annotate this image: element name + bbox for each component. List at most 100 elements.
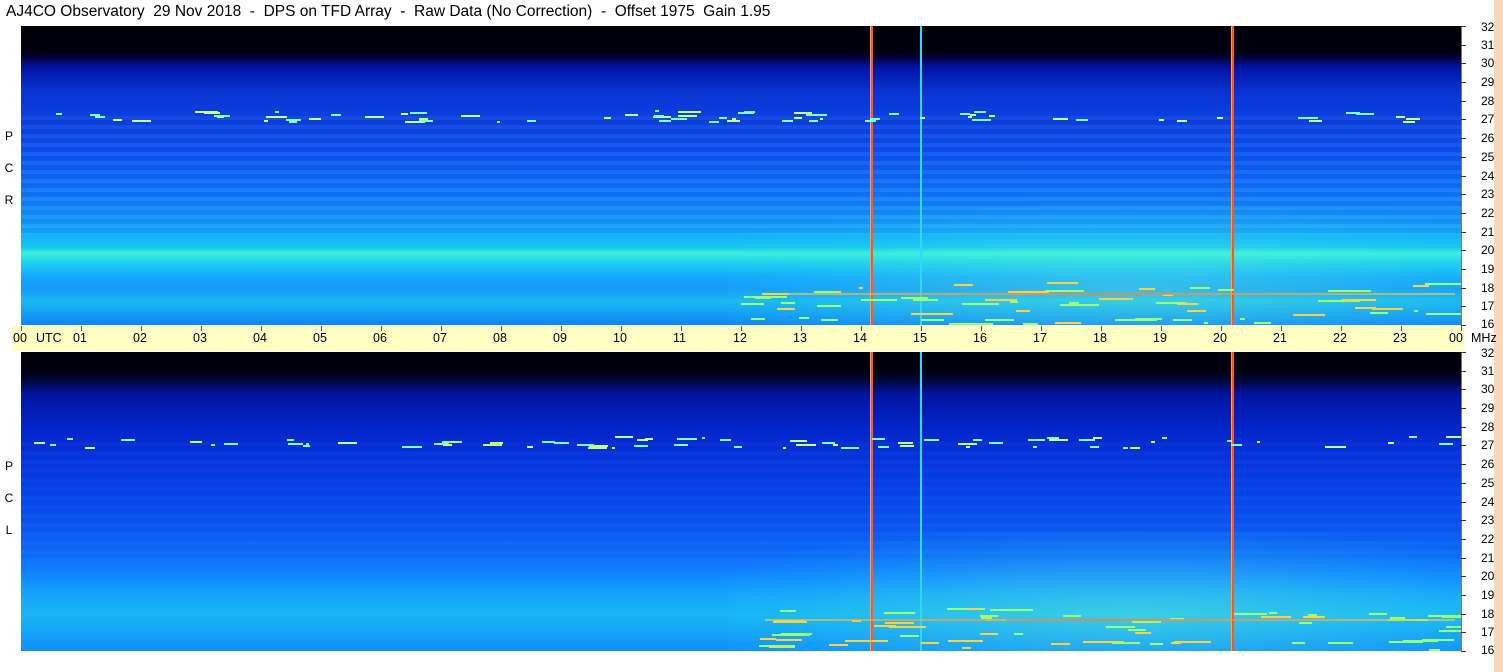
frequency-tick-label: 21 — [1481, 551, 1495, 565]
interference-speck — [1299, 622, 1312, 624]
interference-speck — [1055, 322, 1081, 324]
frequency-tick — [1461, 232, 1466, 233]
polarization-letter: R — [4, 193, 14, 207]
interference-speck — [671, 118, 687, 120]
interference-speck — [809, 120, 818, 122]
interference-speck — [1128, 629, 1146, 631]
interference-speck — [1150, 643, 1163, 645]
interference-speck — [306, 443, 309, 445]
interference-speck — [744, 296, 787, 298]
interference-speck — [968, 608, 980, 610]
interference-speck — [776, 639, 802, 641]
interference-speck — [121, 439, 135, 441]
time-axis: 00 01 02 03 04 05 06 07 08 09 10 11 12 13 14 15 16 17 18 19… — [12, 326, 1497, 351]
frequency-tick-label: 17 — [1481, 625, 1495, 639]
interference-speck — [858, 640, 888, 642]
frequency-tick-label: 30 — [1481, 56, 1495, 70]
interference-speck — [962, 647, 971, 649]
time-tick-label: 05 — [313, 331, 327, 345]
time-tick-label: 03 — [193, 331, 207, 345]
interference-speck — [820, 118, 823, 120]
interference-speck — [1079, 439, 1095, 441]
interference-speck — [1257, 441, 1260, 443]
rcp-polarization-label: P C R — [1, 130, 17, 226]
interference-speck — [1293, 314, 1325, 316]
interference-speck — [612, 447, 615, 449]
lcp-polarization-label: P C L — [1, 460, 17, 556]
frequency-tick — [1461, 651, 1466, 652]
frequency-tick-label: 18 — [1481, 607, 1495, 621]
interference-speck — [901, 297, 928, 299]
frequency-tick-label: 26 — [1481, 457, 1495, 471]
lcp-spectrogram — [21, 352, 1461, 651]
interference-speck — [490, 442, 503, 444]
interference-speck — [497, 121, 500, 123]
interference-speck — [727, 120, 740, 122]
frequency-tick — [1461, 408, 1466, 409]
interference-speck — [1396, 116, 1405, 118]
interference-speck — [741, 303, 764, 305]
interference-speck — [1115, 319, 1157, 321]
interference-speck — [781, 302, 795, 304]
frequency-tick — [1461, 82, 1466, 83]
time-unit-label: UTC — [36, 331, 62, 345]
rcp-spectrogram — [21, 26, 1461, 325]
interference-speck — [1346, 112, 1360, 114]
interference-speck — [773, 621, 807, 623]
interference-speck — [1139, 288, 1155, 290]
interference-speck — [751, 318, 765, 320]
frequency-tick — [1461, 119, 1466, 120]
interference-speck — [678, 111, 691, 113]
interference-speck — [1328, 290, 1371, 292]
red-line — [1231, 352, 1234, 651]
interference-speck — [970, 114, 976, 116]
frequency-tick — [1461, 138, 1466, 139]
interference-speck — [1446, 436, 1461, 438]
frequency-tick — [1461, 45, 1466, 46]
interference-speck — [1240, 318, 1245, 320]
interference-speck — [920, 117, 925, 119]
interference-speck — [1298, 117, 1318, 119]
spectrogram-glow — [726, 531, 1461, 651]
interference-speck — [287, 439, 294, 441]
frequency-tick-label: 28 — [1481, 420, 1495, 434]
time-tick-label: 10 — [613, 331, 627, 345]
interference-speck — [1217, 117, 1223, 119]
time-tick-label: 17 — [1033, 331, 1047, 345]
interference-speck — [794, 117, 802, 119]
frequency-tick-label: 20 — [1481, 569, 1495, 583]
interference-speck — [1045, 290, 1077, 292]
frequency-tick — [1461, 389, 1466, 390]
interference-speck — [777, 308, 795, 310]
interference-speck — [1028, 439, 1045, 441]
frequency-tick — [1461, 194, 1466, 195]
interference-speck — [772, 634, 810, 636]
spectrogram-glow — [726, 205, 1461, 325]
frequency-tick — [1461, 250, 1466, 251]
interference-speck — [1372, 308, 1403, 310]
time-tick-label: 07 — [433, 331, 447, 345]
interference-speck — [1016, 310, 1030, 312]
interference-speck — [921, 319, 944, 321]
interference-speck — [817, 305, 841, 307]
interference-speck — [962, 303, 999, 305]
interference-speck — [190, 441, 202, 443]
interference-speck — [1190, 287, 1210, 289]
interference-speck — [1053, 118, 1068, 120]
frequency-tick — [1461, 614, 1466, 615]
interference-speck — [1135, 632, 1151, 634]
interference-speck — [338, 442, 357, 444]
time-tick-label: 18 — [1093, 331, 1107, 345]
interference-speck — [985, 319, 1014, 321]
frequency-tick — [1461, 352, 1466, 353]
frequency-tick — [1461, 632, 1466, 633]
interference-speck — [410, 112, 427, 114]
interference-speck — [577, 444, 594, 446]
time-tick-label: 02 — [133, 331, 147, 345]
frequency-axis-rcp: 32 31 30 29 28 27 26 25 24 23 22 21 20 19 18 17 16 — [1461, 21, 1503, 330]
interference-speck — [659, 120, 671, 122]
interference-speck — [799, 317, 809, 319]
time-tick-label: 04 — [253, 331, 267, 345]
interference-speck — [1049, 439, 1068, 441]
time-tick-label: 12 — [733, 331, 747, 345]
